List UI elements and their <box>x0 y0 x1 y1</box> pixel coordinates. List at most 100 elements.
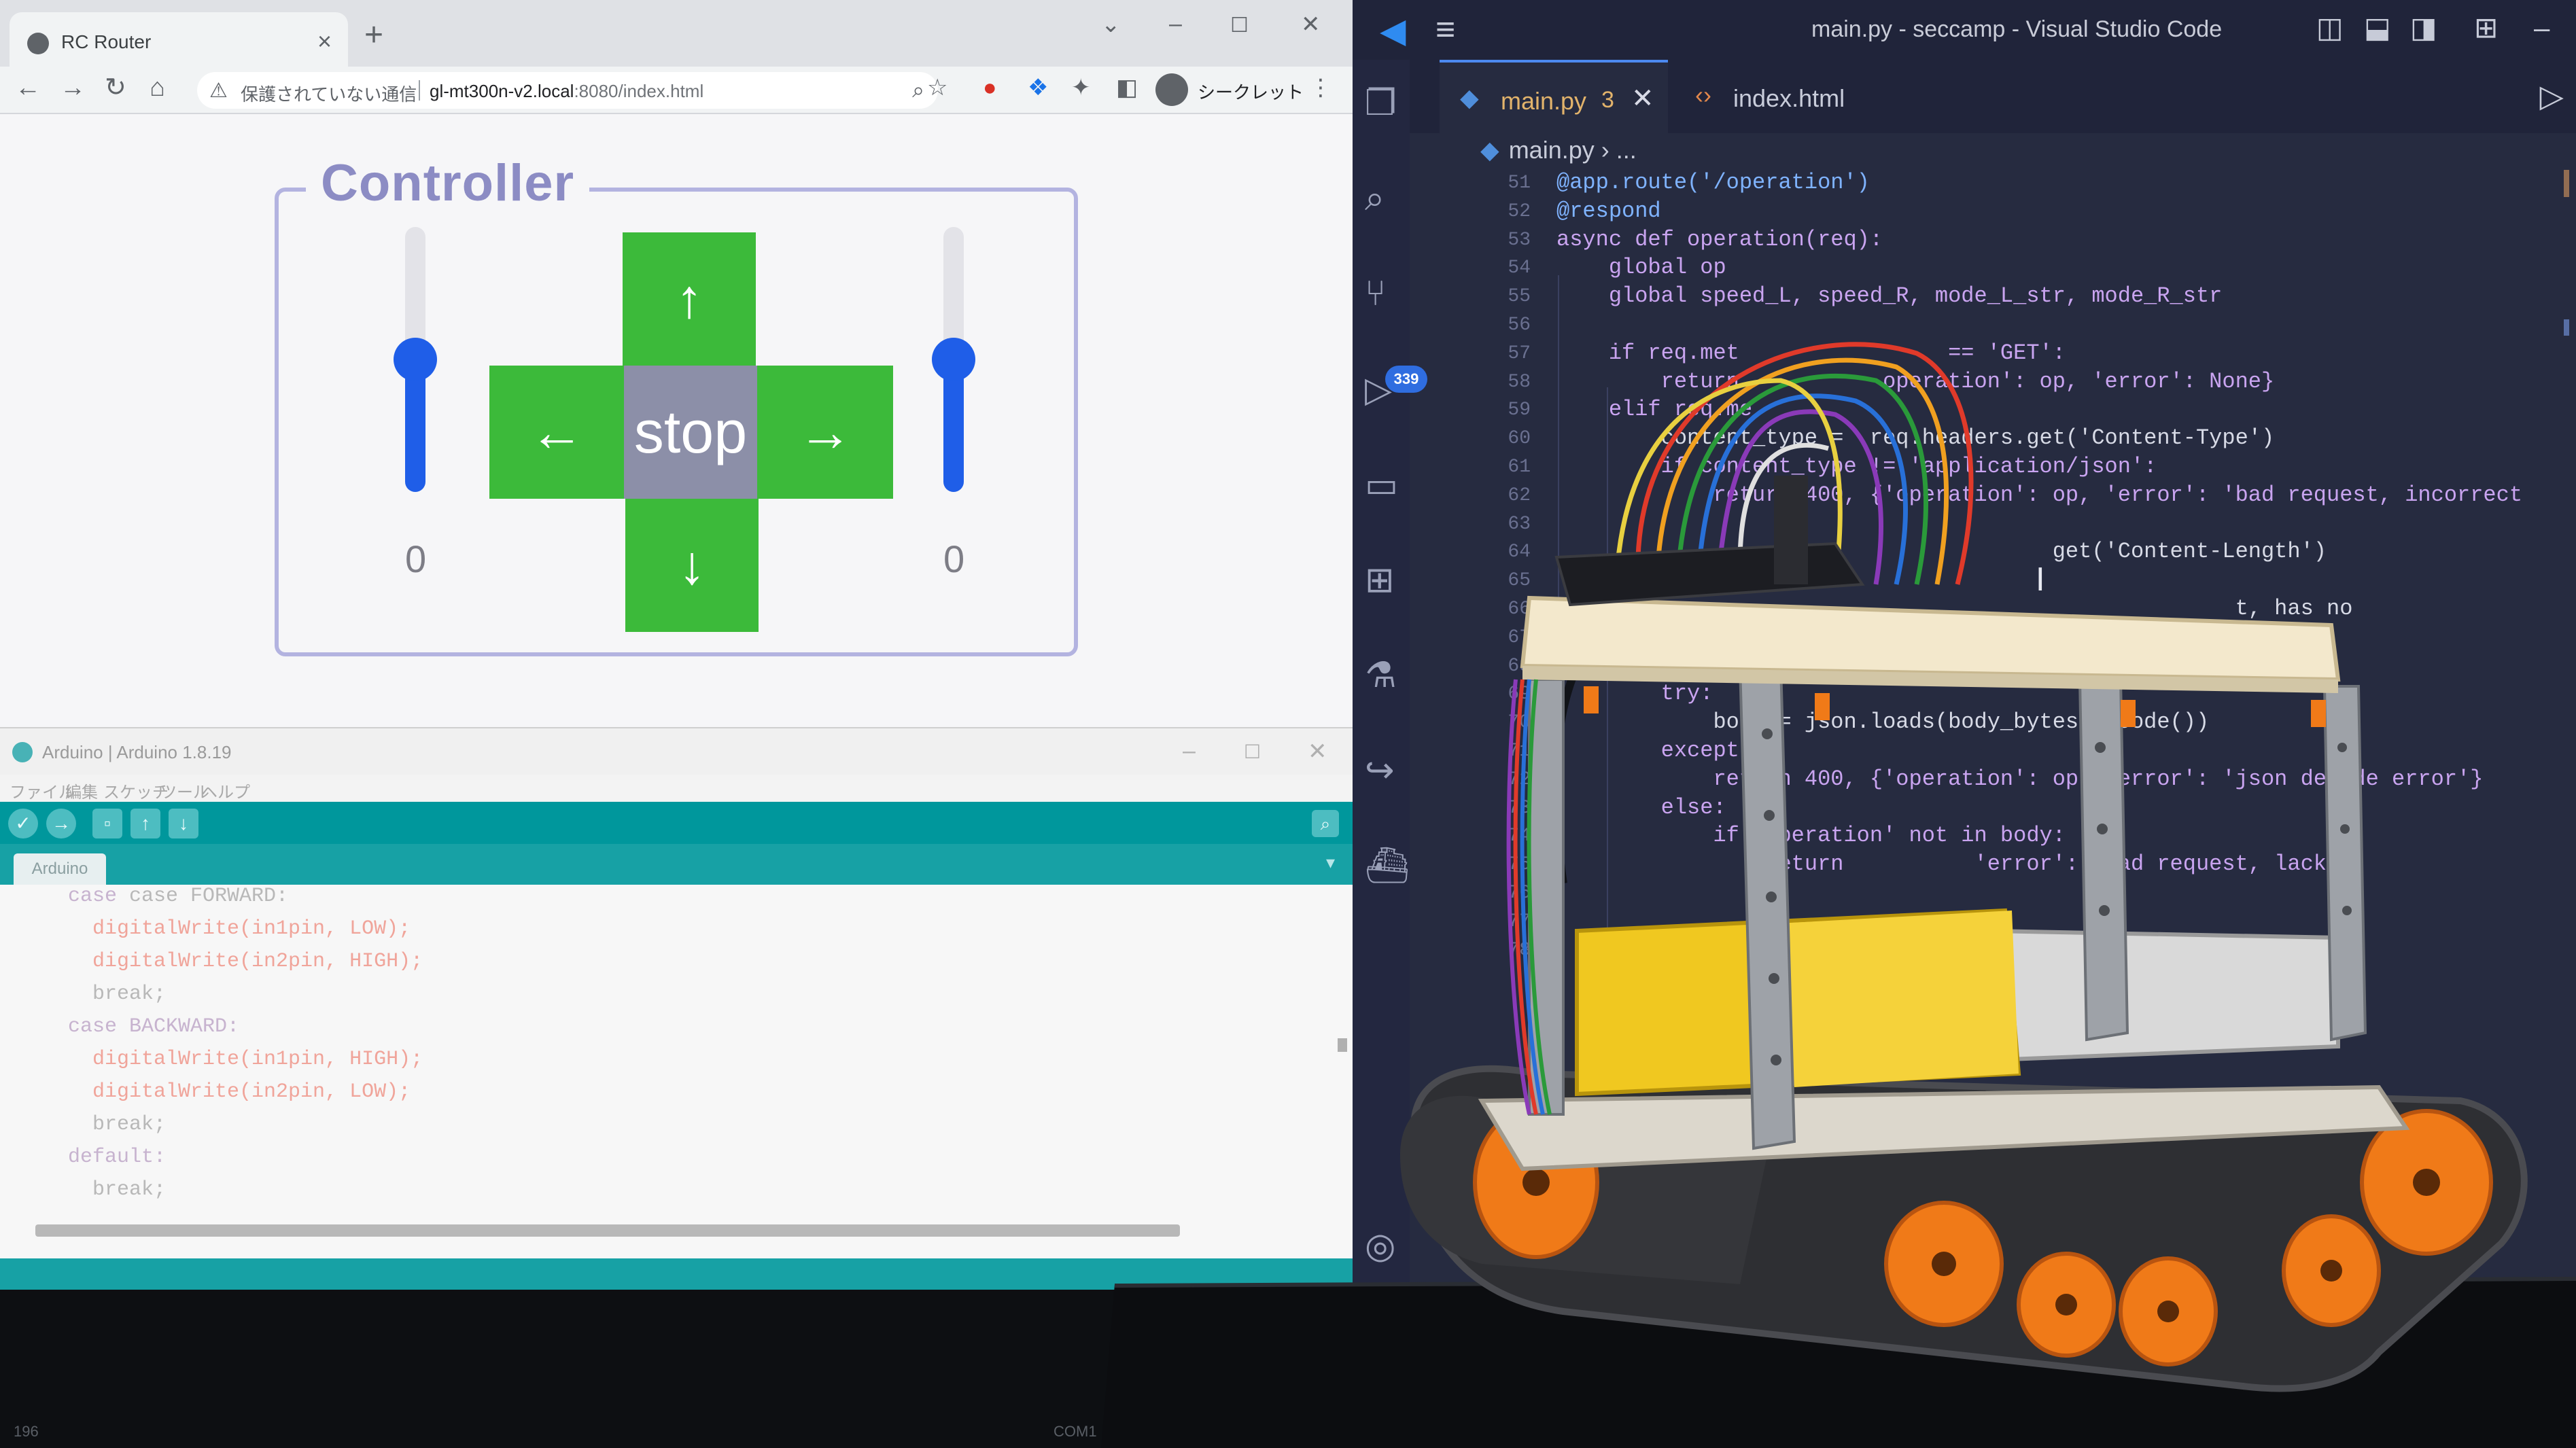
up-button[interactable]: ↑ <box>623 232 756 366</box>
left-slider-thumb[interactable] <box>394 338 437 381</box>
source-control-icon[interactable]: ⑂ <box>1365 276 1386 311</box>
browser-tab-rc-router[interactable]: RC Router × <box>10 12 348 73</box>
html-icon: ‹› <box>1695 81 1711 109</box>
accounts-icon[interactable]: ◎ <box>1365 1229 1395 1264</box>
star-icon[interactable]: ☆ <box>927 76 947 99</box>
code-line: if content_type != 'application/json': <box>1556 454 2157 479</box>
extension-icon[interactable]: ✦ <box>1071 76 1091 99</box>
chrome-toolbar: ← → ↻ ⌂ ⚠ 保護されていない通信 gl-mt300n-v2.local:… <box>0 67 1353 114</box>
tab-search-icon[interactable]: ⌄ <box>1101 11 1121 38</box>
close-tab-icon[interactable]: ✕ <box>1631 83 1654 114</box>
home-icon[interactable]: ⌂ <box>150 75 165 101</box>
url-text[interactable]: gl-mt300n-v2.local:8080/index.html <box>430 81 703 102</box>
run-debug-icon[interactable]: ▷ <box>1365 372 1392 408</box>
address-bar[interactable]: ⚠ 保護されていない通信 gl-mt300n-v2.local:8080/ind… <box>197 72 938 109</box>
upload-icon[interactable]: → <box>46 809 76 838</box>
code-line: return 400, {'operation': op, 'error': '… <box>1556 482 2523 508</box>
tab-index-html[interactable]: ‹› index.html <box>1695 60 1899 133</box>
customize-layout-icon[interactable]: ⊞ <box>2474 14 2498 42</box>
zoom-icon[interactable]: ⌕ <box>912 77 924 103</box>
line-number: 70 <box>1508 712 1531 733</box>
console-line-number: 196 <box>14 1423 39 1440</box>
explorer-icon[interactable]: ❐ <box>1365 86 1397 121</box>
horizontal-scrollbar[interactable] <box>35 1224 1180 1237</box>
new-sketch-icon[interactable]: ▫ <box>92 809 122 838</box>
console-port: COM1 <box>1054 1423 1097 1440</box>
security-status[interactable]: 保護されていない通信 <box>241 81 417 106</box>
verify-icon[interactable]: ✓ <box>8 809 38 838</box>
line-number: 76 <box>1508 883 1531 904</box>
docker-icon[interactable]: ⛴ <box>1365 848 1410 883</box>
warning-icon[interactable]: ⚠ <box>209 79 228 103</box>
line-number: 66 <box>1508 599 1531 620</box>
problem-count: 3 <box>1601 87 1614 113</box>
right-button[interactable]: → <box>757 366 893 499</box>
toggle-panel-icon[interactable]: ⬓ <box>2364 14 2391 42</box>
window-title: main.py - seccamp - Visual Studio Code <box>1811 16 2223 42</box>
new-tab-button[interactable]: + <box>364 19 383 52</box>
left-button[interactable]: ← <box>489 366 624 499</box>
minimize-icon[interactable]: – <box>1169 11 1182 37</box>
code-line: body_bytes = await req.read(int(content_… <box>1556 653 2248 678</box>
extension-blue-icon[interactable]: ❖ <box>1028 76 1048 99</box>
run-file-icon[interactable]: ▷ <box>2540 77 2564 114</box>
line-number: 52 <box>1508 201 1531 222</box>
menu-dots-icon[interactable]: ⋮ <box>1309 76 1332 99</box>
menu-sketch[interactable]: スケッチ <box>103 779 169 802</box>
arduino-close-icon[interactable]: ✕ <box>1308 738 1327 765</box>
minimize-icon[interactable]: – <box>2534 14 2549 42</box>
breadcrumb-file[interactable]: main.py <box>1509 136 1595 164</box>
line-number: 60 <box>1508 428 1531 449</box>
incognito-label[interactable]: シークレット <box>1198 79 1304 104</box>
forward-arrow-icon[interactable]: → <box>60 75 86 101</box>
side-panel-icon[interactable]: ◧ <box>1116 76 1138 99</box>
tab-menu-chevron-icon[interactable]: ▾ <box>1326 852 1335 873</box>
extensions-icon[interactable]: ⊞ <box>1365 563 1395 598</box>
tab-main-py[interactable]: ◆ main.py 3 ✕ <box>1440 60 1668 133</box>
down-button[interactable]: ↓ <box>625 499 759 632</box>
save-sketch-icon[interactable]: ↓ <box>169 809 198 838</box>
editor-tab-bar: ◆ main.py 3 ✕ ‹› index.html ▷ <box>1410 60 2576 133</box>
close-window-icon[interactable]: ✕ <box>1301 11 1321 38</box>
arduino-status-bar <box>0 1258 1353 1290</box>
arduino-minimize-icon[interactable]: – <box>1183 738 1196 764</box>
arduino-code-line: case case FORWARD: <box>68 885 289 908</box>
line-number: 62 <box>1508 485 1531 506</box>
chrome-tab-bar: RC Router × + ⌄ – ☐ ✕ <box>0 0 1353 73</box>
reload-icon[interactable]: ↻ <box>105 75 126 101</box>
search-icon[interactable]: ⌕ <box>1365 181 1385 216</box>
arduino-title: Arduino | Arduino 1.8.19 <box>42 742 232 762</box>
breadcrumb: ◆ main.py › ... <box>1480 136 1637 164</box>
serial-monitor-icon[interactable]: ⌕ <box>1312 810 1339 837</box>
line-number: 58 <box>1508 372 1531 393</box>
menu-help[interactable]: ヘルプ <box>201 779 250 802</box>
code-editor[interactable]: 51 @app.route('/operation') 52 @respond 53 as… <box>1410 170 2576 1448</box>
text-cursor-icon: I <box>2036 561 2045 598</box>
vertical-scrollbar[interactable] <box>1338 1038 1347 1052</box>
toggle-sidebar-icon[interactable]: ◫ <box>2316 14 2344 42</box>
arduino-code-editor[interactable]: case case FORWARD: digitalWrite(in1pin, … <box>0 885 1353 1265</box>
incognito-icon[interactable] <box>1155 73 1188 106</box>
toggle-secondary-sidebar-icon[interactable]: ◨ <box>2410 14 2437 42</box>
extension-red-icon[interactable]: ● <box>983 76 997 99</box>
line-number: 74 <box>1508 826 1531 847</box>
right-slider-thumb[interactable] <box>932 338 975 381</box>
arduino-code-line: digitalWrite(in1pin, LOW); <box>68 917 411 940</box>
tab-close-icon[interactable]: × <box>317 27 332 56</box>
testing-icon[interactable]: ⚗ <box>1365 658 1397 693</box>
arduino-menu-bar: ファイル 編集 スケッチ ツール ヘルプ <box>0 775 1353 802</box>
breadcrumb-symbol[interactable]: ... <box>1616 136 1637 164</box>
line-number: 77 <box>1508 911 1531 932</box>
arduino-sketch-tab[interactable]: Arduino <box>14 853 106 885</box>
line-number: 69 <box>1508 684 1531 705</box>
arduino-maximize-icon[interactable]: ☐ <box>1244 741 1261 763</box>
back-arrow-icon[interactable]: ← <box>15 75 41 101</box>
remote-explorer-icon[interactable]: ▭ <box>1365 467 1398 503</box>
arduino-code-line: digitalWrite(in1pin, HIGH); <box>68 1048 423 1071</box>
menu-edit[interactable]: 編集 <box>65 779 98 802</box>
stop-button[interactable]: stop <box>624 366 757 499</box>
live-share-icon[interactable]: ↪ <box>1365 753 1395 788</box>
hamburger-menu-icon[interactable]: ≡ <box>1435 12 1455 46</box>
open-sketch-icon[interactable]: ↑ <box>130 809 160 838</box>
maximize-icon[interactable]: ☐ <box>1230 14 1249 37</box>
